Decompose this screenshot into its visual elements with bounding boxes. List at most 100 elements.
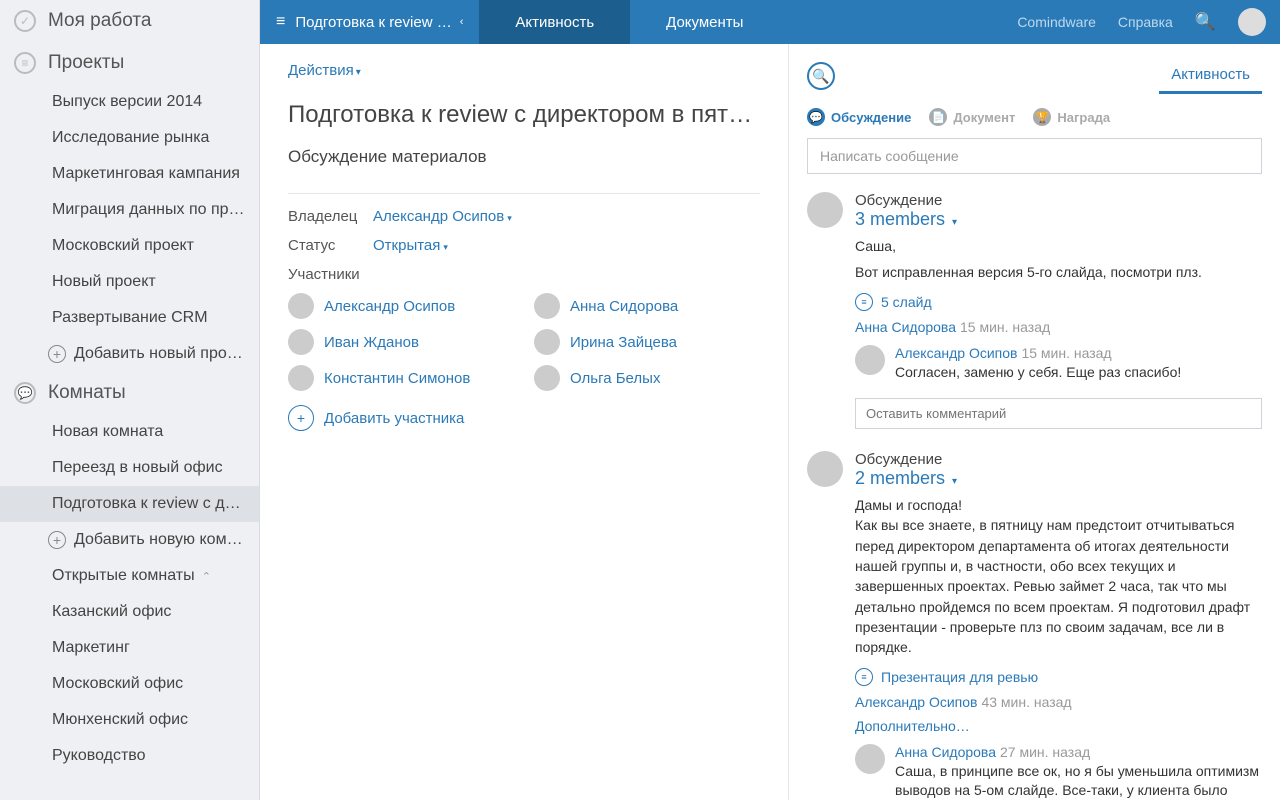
attachment[interactable]: ≡5 слайд xyxy=(855,293,932,311)
plus-icon: + xyxy=(48,345,66,363)
chevron-down-icon: ▾ xyxy=(443,242,448,252)
activity-pane: 🔍 Активность 💬Обсуждение 📄Документ 🏆Нагр… xyxy=(788,44,1280,800)
sidebar-item-room[interactable]: Открытые комнаты ⌃ xyxy=(0,558,259,594)
participant: Александр Осипов xyxy=(288,293,514,319)
details-pane: Действия▾ Подготовка к review с директор… xyxy=(260,44,788,800)
chevron-up-icon: ⌃ xyxy=(199,571,211,583)
participant: Иван Жданов xyxy=(288,329,514,355)
participant-name[interactable]: Анна Сидорова xyxy=(570,298,678,315)
activity-tab[interactable]: Активность xyxy=(1159,58,1262,94)
sidebar-item-room[interactable]: Казанский офис xyxy=(0,594,259,630)
post-text: Вот исправленная версия 5-го слайда, пос… xyxy=(855,262,1262,282)
filter-document[interactable]: 📄Документ xyxy=(929,108,1015,126)
breadcrumb[interactable]: ≡ Подготовка к review … ‹ xyxy=(260,0,479,44)
add-room[interactable]: + Добавить новую ком… xyxy=(0,522,259,558)
participant-name[interactable]: Ольга Белых xyxy=(570,370,660,387)
avatar xyxy=(534,329,560,355)
trophy-icon: 🏆 xyxy=(1033,108,1051,126)
participant: Анна Сидорова xyxy=(534,293,760,319)
avatar xyxy=(534,365,560,391)
avatar xyxy=(288,329,314,355)
check-icon: ✓ xyxy=(14,10,36,32)
attachment-icon: ≡ xyxy=(855,293,873,311)
owner-label: Владелец xyxy=(288,208,373,225)
plus-icon: + xyxy=(48,531,66,549)
participant-name[interactable]: Константин Симонов xyxy=(324,370,470,387)
post-author[interactable]: Александр Осипов xyxy=(855,694,977,710)
participant-name[interactable]: Иван Жданов xyxy=(324,334,419,351)
avatar xyxy=(288,365,314,391)
add-participant[interactable]: + Добавить участника xyxy=(288,405,760,431)
owner-value[interactable]: Александр Осипов▾ xyxy=(373,208,512,225)
reply-text: Саша, в принципе все ок, но я бы уменьши… xyxy=(895,762,1262,800)
avatar xyxy=(534,293,560,319)
compose-input[interactable] xyxy=(807,138,1262,174)
menu-icon: ≡ xyxy=(276,13,285,31)
chat-icon: 💬 xyxy=(14,382,36,404)
post-reply: Александр Осипов15 мин. назадСогласен, з… xyxy=(855,345,1262,389)
sidebar-mywork[interactable]: ✓ Моя работа xyxy=(0,0,259,42)
post: Обсуждение3 members ▾Саша,Вот исправленн… xyxy=(807,192,1262,429)
add-user-icon: + xyxy=(288,405,314,431)
sidebar-item-project[interactable]: Миграция данных по пр… xyxy=(0,192,259,228)
sidebar-item-project[interactable]: Новый проект xyxy=(0,264,259,300)
help-link[interactable]: Справка xyxy=(1118,14,1173,30)
post-more[interactable]: Дополнительно… xyxy=(855,718,1262,734)
sidebar-item-project[interactable]: Московский проект xyxy=(0,228,259,264)
sidebar-mywork-label: Моя работа xyxy=(48,10,151,32)
sidebar-item-room[interactable]: Мюнхенский офис xyxy=(0,702,259,738)
document-icon: 📄 xyxy=(929,108,947,126)
filter-discussion[interactable]: 💬Обсуждение xyxy=(807,108,911,126)
attachment-icon: ≡ xyxy=(855,668,873,686)
search-icon[interactable]: 🔍 xyxy=(1195,12,1216,32)
sidebar-item-project[interactable]: Развертывание CRM xyxy=(0,300,259,336)
post-time: 43 мин. назад xyxy=(981,694,1071,710)
chevron-down-icon: ▾ xyxy=(952,476,957,487)
attachment[interactable]: ≡Презентация для ревью xyxy=(855,668,1038,686)
post-text: Саша, xyxy=(855,236,1262,256)
sidebar-item-project[interactable]: Маркетинговая кампания xyxy=(0,156,259,192)
status-label: Статус xyxy=(288,237,373,254)
avatar xyxy=(855,744,885,774)
post-members[interactable]: 3 members ▾ xyxy=(855,209,1262,230)
sidebar-item-room[interactable]: Переезд в новый офис xyxy=(0,450,259,486)
reply-author[interactable]: Анна Сидорова xyxy=(895,744,996,760)
sidebar-item-room[interactable]: Новая комната xyxy=(0,414,259,450)
participant-name[interactable]: Александр Осипов xyxy=(324,298,455,315)
tab-documents[interactable]: Документы xyxy=(630,0,779,44)
add-project[interactable]: + Добавить новый про… xyxy=(0,336,259,372)
avatar xyxy=(807,192,843,228)
participant-name[interactable]: Ирина Зайцева xyxy=(570,334,677,351)
tab-activity[interactable]: Активность xyxy=(479,0,630,44)
brand-link[interactable]: Comindware xyxy=(1017,14,1096,30)
post-meta: Анна Сидорова15 мин. назад xyxy=(855,319,1262,335)
sidebar-item-room[interactable]: Московский офис xyxy=(0,666,259,702)
post-time: 15 мин. назад xyxy=(960,319,1050,335)
actions-menu[interactable]: Действия▾ xyxy=(288,62,760,79)
sidebar-rooms-label: Комнаты xyxy=(48,382,126,404)
participants-label: Участники xyxy=(288,266,760,283)
avatar[interactable] xyxy=(1238,8,1266,36)
comment-input[interactable] xyxy=(855,398,1262,429)
reply-text: Согласен, заменю у себя. Еще раз спасибо… xyxy=(895,363,1262,383)
sidebar-item-project[interactable]: Исследование рынка xyxy=(0,120,259,156)
status-value[interactable]: Открытая▾ xyxy=(373,237,448,254)
chevron-down-icon: ▾ xyxy=(356,67,361,78)
sidebar-projects[interactable]: ≡ Проекты xyxy=(0,42,259,84)
sidebar-item-room[interactable]: Подготовка к review с ди… xyxy=(0,486,259,522)
filter-award[interactable]: 🏆Награда xyxy=(1033,108,1110,126)
post-author[interactable]: Анна Сидорова xyxy=(855,319,956,335)
divider xyxy=(288,193,760,194)
add-participant-label: Добавить участника xyxy=(324,410,464,427)
participant: Ирина Зайцева xyxy=(534,329,760,355)
post-type: Обсуждение xyxy=(855,451,1262,468)
post-members[interactable]: 2 members ▾ xyxy=(855,468,1262,489)
main: ≡ Подготовка к review … ‹ Активность Док… xyxy=(260,0,1280,800)
reply-author[interactable]: Александр Осипов xyxy=(895,345,1017,361)
sidebar-item-room[interactable]: Маркетинг xyxy=(0,630,259,666)
sidebar-item-room[interactable]: Руководство xyxy=(0,738,259,774)
sidebar-item-project[interactable]: Выпуск версии 2014 xyxy=(0,84,259,120)
activity-search-button[interactable]: 🔍 xyxy=(807,62,835,90)
avatar xyxy=(855,345,885,375)
sidebar-rooms[interactable]: 💬 Комнаты xyxy=(0,372,259,414)
